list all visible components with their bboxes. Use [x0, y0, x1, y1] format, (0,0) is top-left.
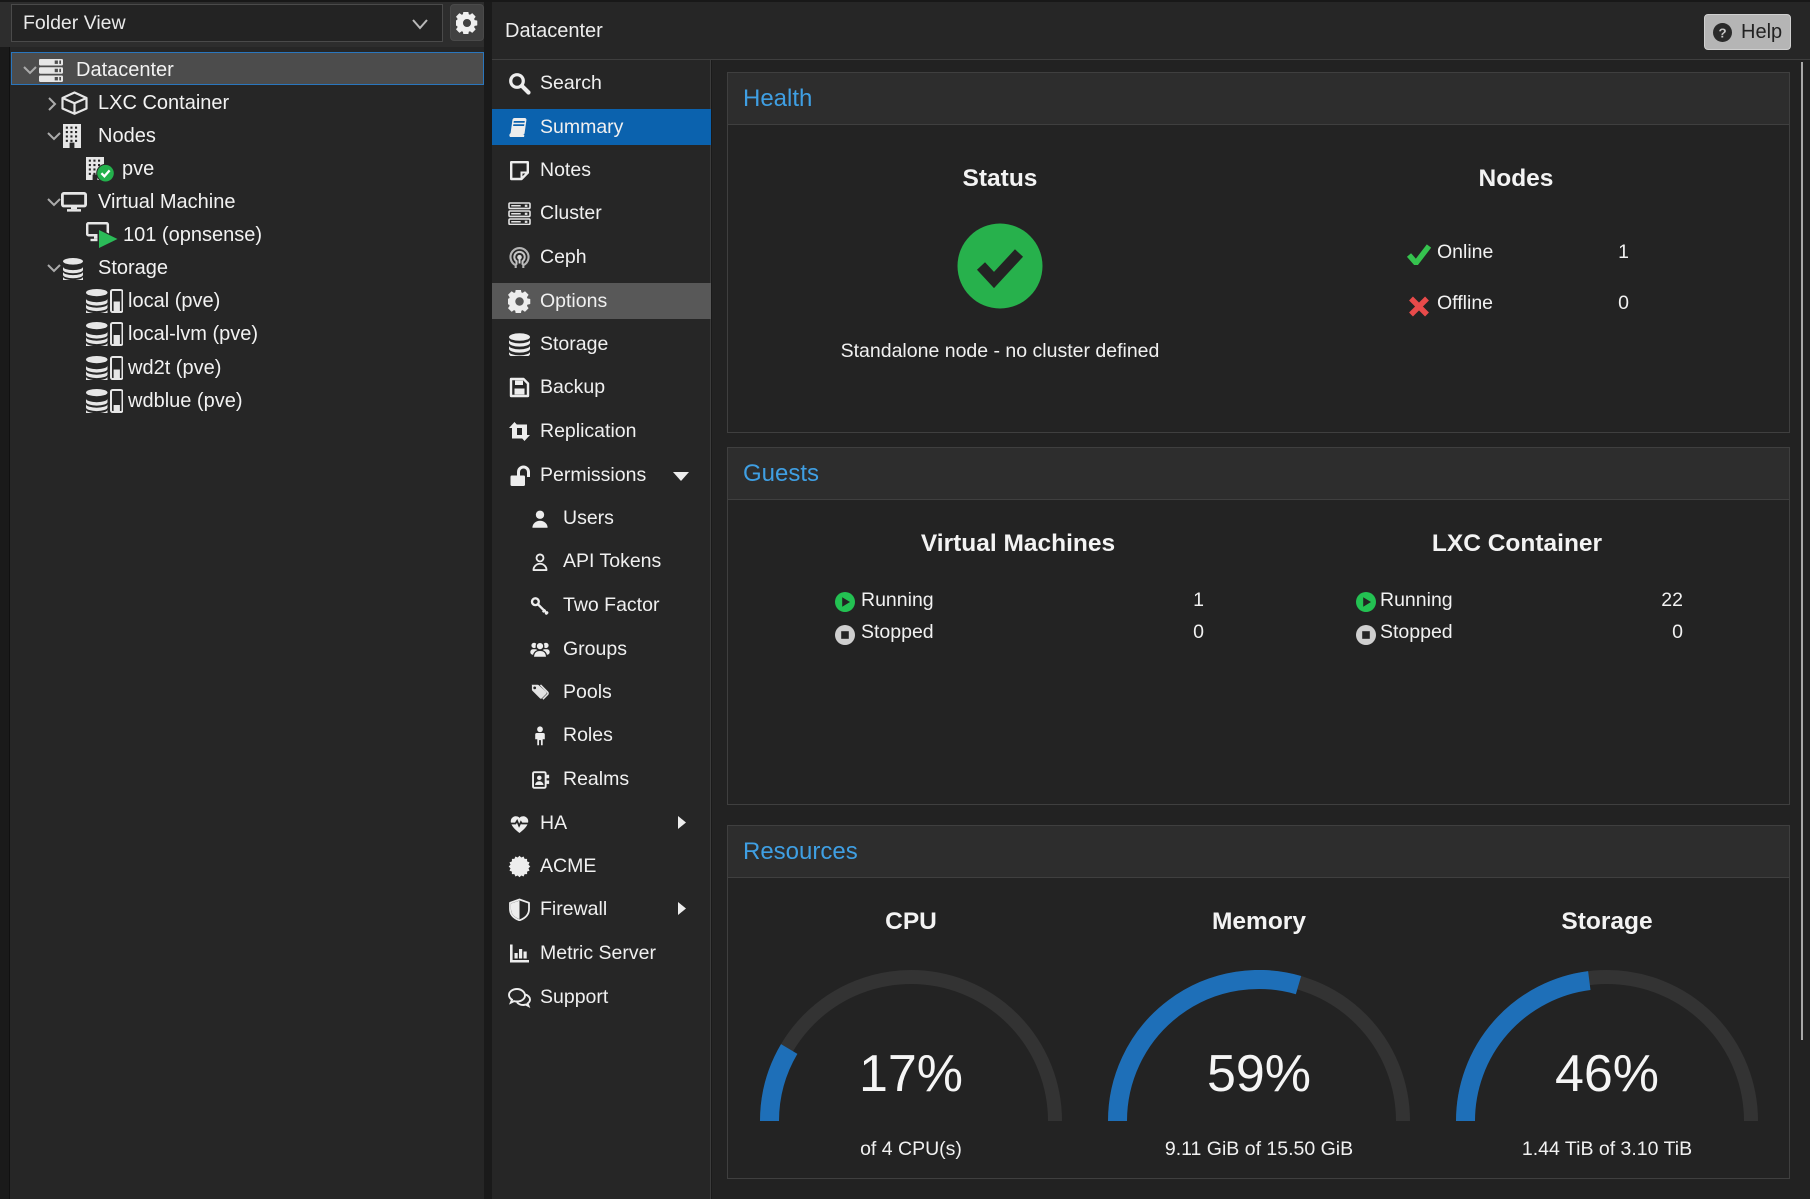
- svg-text:?: ?: [1718, 25, 1726, 40]
